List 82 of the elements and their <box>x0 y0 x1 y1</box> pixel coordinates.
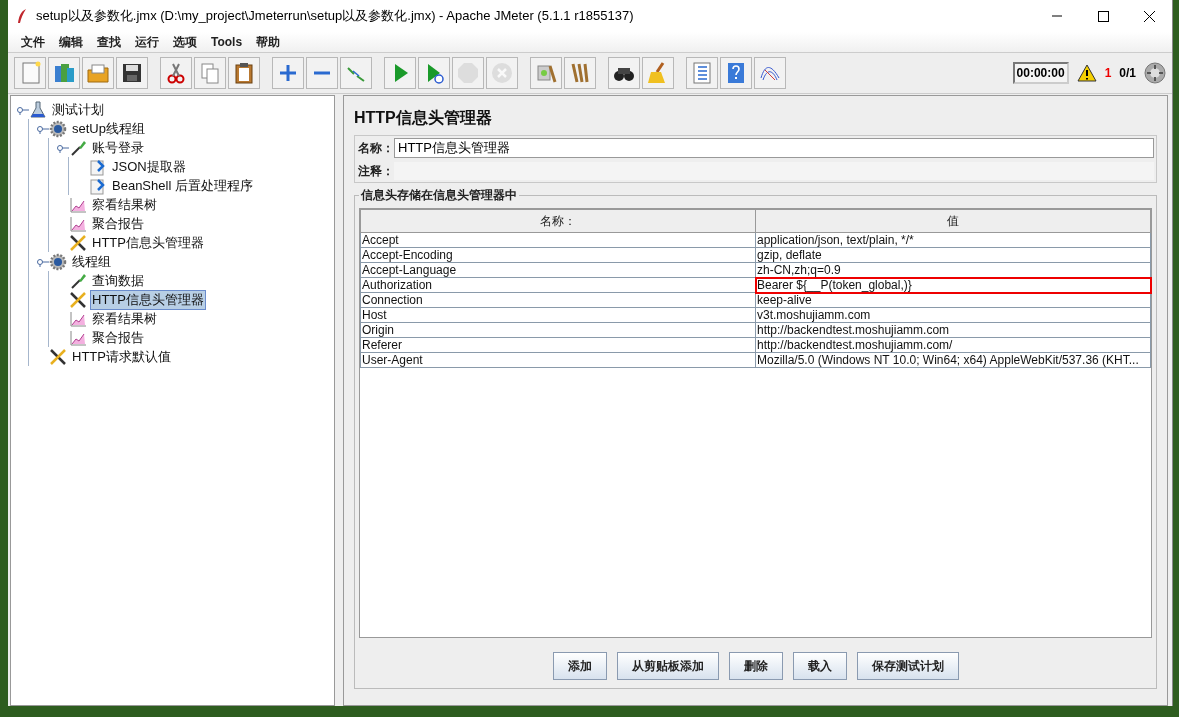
table-cell: v3t.moshujiamm.com <box>755 307 1151 323</box>
tree-item[interactable]: 察看结果树 <box>90 194 159 215</box>
tree-handle-icon[interactable] <box>37 256 49 267</box>
toolbar-button[interactable] <box>116 57 148 89</box>
pipette-icon <box>69 271 87 290</box>
tree-handle-icon[interactable] <box>37 123 49 134</box>
action-button[interactable]: 添加 <box>552 652 607 680</box>
elapsed-time: 00:00:00 <box>1012 62 1069 84</box>
tree-item[interactable]: HTTP信息头管理器 <box>90 289 206 310</box>
tools-icon <box>49 347 67 366</box>
tree-item[interactable]: 测试计划 <box>50 99 106 120</box>
tree-handle-icon[interactable] <box>17 104 29 115</box>
tree-item[interactable]: JSON提取器 <box>110 156 188 177</box>
gear-icon <box>49 252 67 271</box>
pipette-icon <box>69 138 87 157</box>
tree-item[interactable]: 查询数据 <box>90 270 146 291</box>
tree-item[interactable]: HTTP请求默认值 <box>70 346 173 367</box>
tree-item[interactable]: BeanShell 后置处理程序 <box>110 175 255 196</box>
remote-status-icon <box>1144 62 1166 84</box>
menu-item[interactable]: 文件 <box>14 33 52 51</box>
chart-icon <box>69 328 87 347</box>
x-circle-icon <box>489 60 515 86</box>
tree-handle-icon[interactable] <box>57 142 69 153</box>
action-button[interactable]: 删除 <box>728 652 783 680</box>
tools-icon <box>69 233 87 252</box>
tree-item[interactable]: 线程组 <box>70 251 113 272</box>
table-cell: Accept-Encoding <box>360 247 756 263</box>
table-cell: Accept <box>360 232 756 248</box>
maximize-icon <box>1097 10 1109 22</box>
column-header[interactable]: 值 <box>755 209 1151 233</box>
table-cell: Accept-Language <box>360 262 756 278</box>
menu-item[interactable]: 查找 <box>90 33 128 51</box>
group-title: 信息头存储在信息头管理器中 <box>359 187 518 204</box>
table-cell: gzip, deflate <box>755 247 1151 263</box>
table-cell: Origin <box>360 322 756 338</box>
tree-item[interactable]: 察看结果树 <box>90 308 159 329</box>
panel-title: HTTP信息头管理器 <box>354 108 493 128</box>
name-label: 名称： <box>358 139 394 157</box>
comment-label: 注释： <box>358 162 394 180</box>
table-cell: Mozilla/5.0 (Windows NT 10.0; Win64; x64) AppleWebKit/537.36 (KHT... <box>755 352 1151 368</box>
action-button[interactable]: 载入 <box>792 652 847 680</box>
thread-count: 0/1 <box>1119 66 1136 80</box>
table-cell: zh-CN,zh;q=0.9 <box>755 262 1151 278</box>
table-cell: Connection <box>360 292 756 308</box>
minus-icon <box>314 71 330 75</box>
tree-item[interactable]: HTTP信息头管理器 <box>90 232 206 253</box>
table-cell: Referer <box>360 337 756 353</box>
menu-item[interactable]: 帮助 <box>249 33 288 51</box>
tree-item[interactable]: 聚合报告 <box>90 327 146 348</box>
warning-count: 1 <box>1104 66 1112 80</box>
action-button[interactable]: 从剪贴板添加 <box>616 652 719 680</box>
menu-item[interactable]: 运行 <box>128 33 166 51</box>
tools-icon <box>69 290 87 309</box>
feather-icon <box>16 8 28 24</box>
close-icon <box>1143 10 1155 22</box>
chart-icon <box>69 214 87 233</box>
tree-item[interactable]: 账号登录 <box>90 137 146 158</box>
name-field[interactable]: HTTP信息头管理器 <box>394 138 1154 158</box>
tree-item[interactable]: setUp线程组 <box>70 118 147 139</box>
table-cell: http://backendtest.moshujiamm.com <box>755 322 1151 338</box>
table-cell: Host <box>360 307 756 323</box>
tree-item[interactable]: 聚合报告 <box>90 213 146 234</box>
toolbar-button[interactable] <box>228 57 260 89</box>
table-cell: http://backendtest.moshujiamm.com/ <box>755 337 1151 353</box>
highlighted-cell: Bearer ${__P(token_global,)} <box>755 277 1151 293</box>
table-cell: Authorization <box>360 277 756 293</box>
menu-item[interactable]: 选项 <box>166 33 204 51</box>
table-cell: keep-alive <box>755 292 1151 308</box>
table-cell: User-Agent <box>360 352 756 368</box>
flask-icon <box>29 100 47 119</box>
menu-item[interactable]: 编辑 <box>52 33 90 51</box>
chart-icon <box>69 309 87 328</box>
column-header[interactable]: 名称： <box>360 209 756 233</box>
window-title: setup以及参数化.jmx (D:\my_project\Jmeterrun\setup以及参数化.jmx) - Apache JMeter (5.1.1 r1855137) <box>36 7 635 25</box>
chart-icon <box>69 195 87 214</box>
menu-item[interactable]: Tools <box>204 35 250 49</box>
warning-icon <box>1076 64 1097 82</box>
gear-icon <box>49 119 67 138</box>
plus-icon <box>280 65 296 81</box>
table-cell: application/json, text/plain, */* <box>755 232 1151 248</box>
action-button[interactable]: 保存测试计划 <box>856 652 959 680</box>
toolbar-button[interactable] <box>608 57 640 89</box>
